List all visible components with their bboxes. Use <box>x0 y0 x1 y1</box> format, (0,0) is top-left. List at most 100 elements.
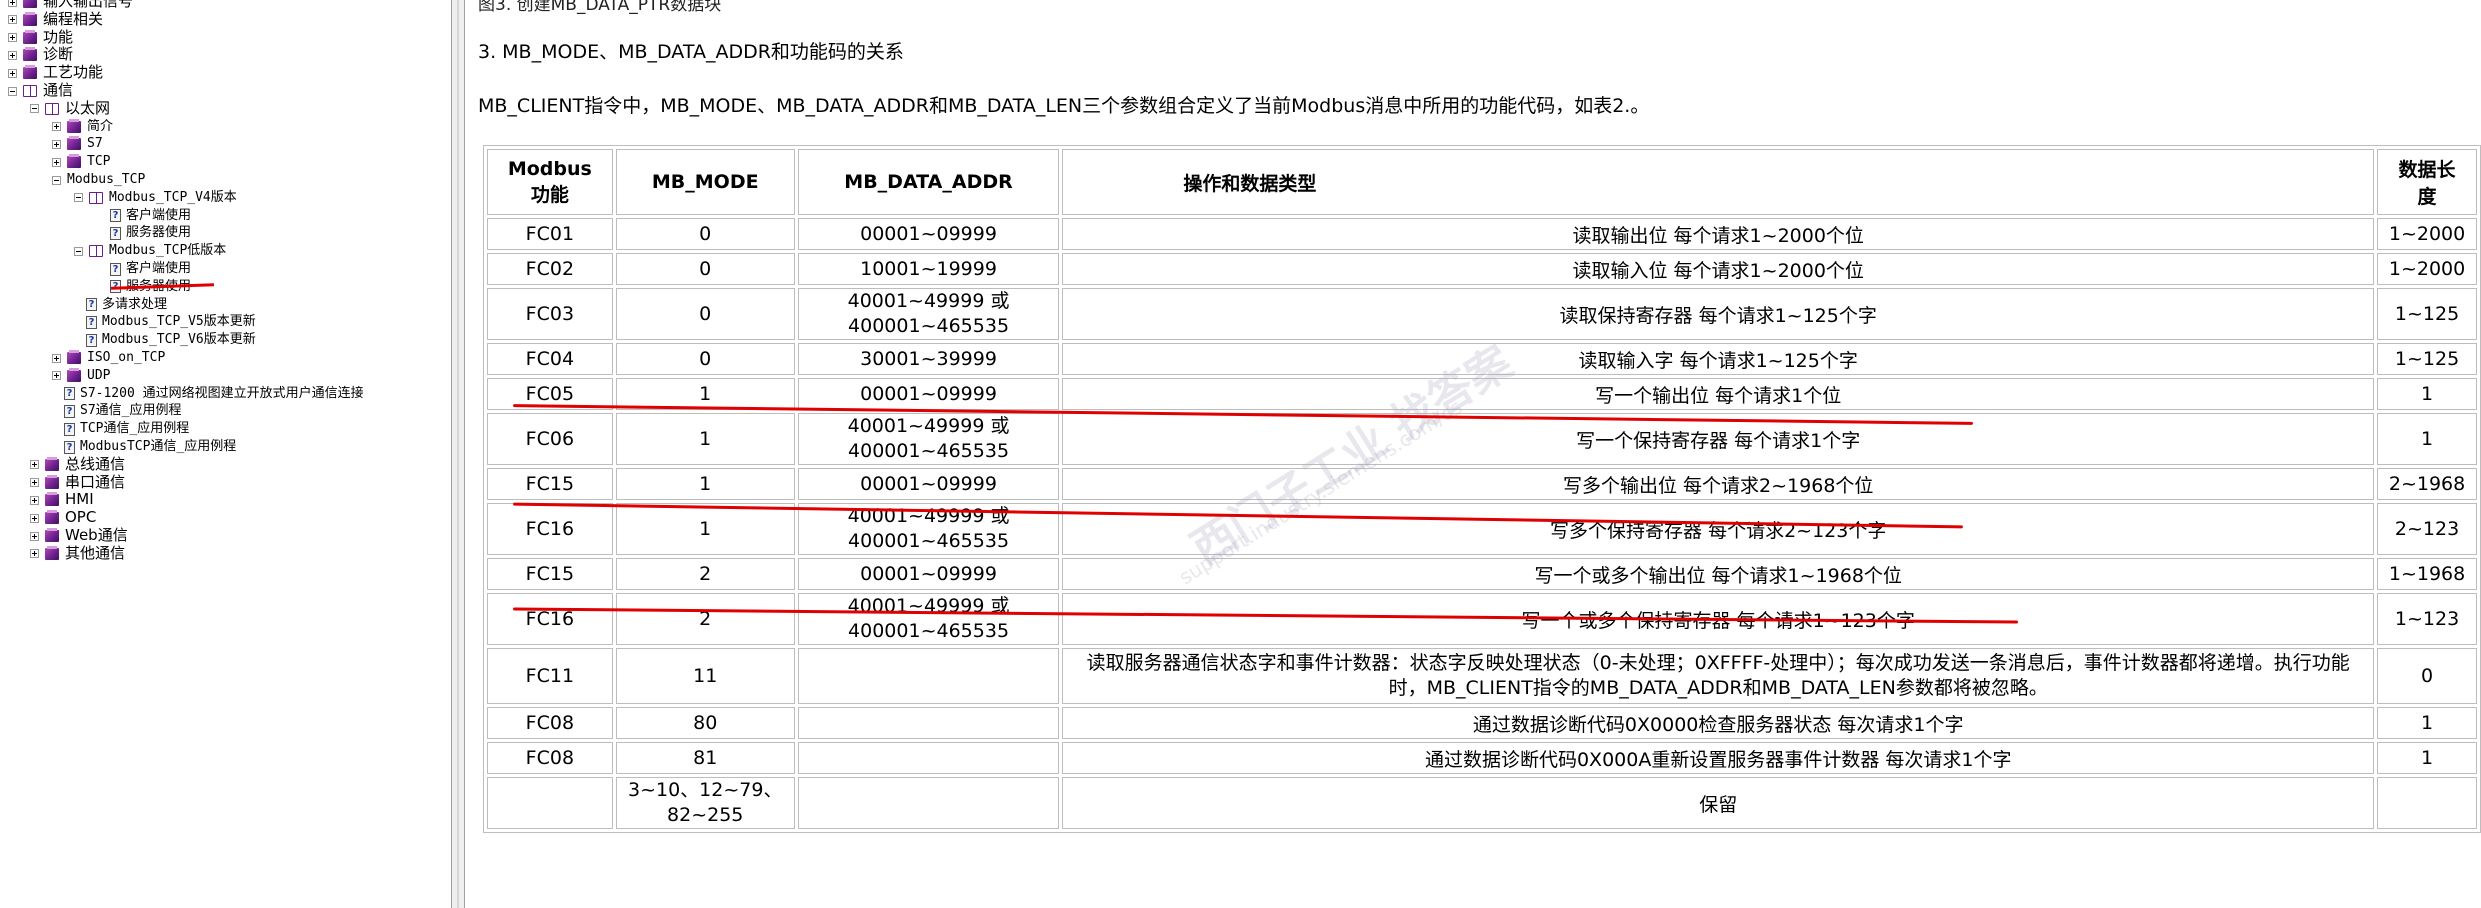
tree-item-label: 客户端使用 <box>126 261 192 277</box>
table-cell: 1 <box>615 468 795 500</box>
expand-icon[interactable] <box>30 478 39 488</box>
tree-item[interactable]: 通信 <box>8 81 73 100</box>
table-row: FC15 2 00001~09999 写一个或多个输出位 每个请求1~1968个位 1~… <box>487 558 2477 590</box>
tree-item[interactable]: 以太网 <box>30 99 110 118</box>
collapse-icon[interactable] <box>52 175 61 185</box>
expand-icon[interactable] <box>30 495 39 505</box>
tree-item[interactable]: 总线通信 <box>30 455 125 474</box>
tree-item[interactable]: ? Modbus_TCP_V6版本更新 <box>86 331 256 349</box>
book-icon <box>23 29 37 44</box>
tree-item[interactable]: TCP <box>52 153 110 171</box>
book-icon <box>23 47 37 62</box>
table-cell: 通过数据诊断代码0X0000检查服务器状态 每次请求1个字 <box>1062 707 2375 739</box>
table-cell: 写一个输出位 每个请求1个位 <box>1062 378 2375 410</box>
expand-icon[interactable] <box>8 0 17 7</box>
tree-item[interactable]: ? 多请求处理 <box>86 296 167 314</box>
tree-item[interactable]: UDP <box>52 367 110 385</box>
tree-item[interactable]: 诊断 <box>8 46 73 64</box>
table-cell: FC02 <box>487 253 613 285</box>
table-cell: 0 <box>615 218 795 250</box>
expand-icon[interactable] <box>52 157 61 167</box>
book-icon <box>45 456 59 471</box>
book-icon <box>67 154 81 169</box>
expand-icon[interactable] <box>52 122 61 132</box>
tree-item[interactable]: Modbus_TCP <box>52 171 145 189</box>
tree-item[interactable]: 工艺功能 <box>8 63 103 82</box>
tree-item-label: 其他通信 <box>65 543 126 562</box>
expand-icon[interactable] <box>52 353 61 363</box>
tree-item[interactable]: 串口通信 <box>30 473 125 492</box>
tree-item[interactable]: ? 服务器使用 <box>110 224 191 242</box>
tree-item-label: 编程相关 <box>43 9 104 28</box>
tree-item[interactable]: ? 客户端使用 <box>110 260 191 278</box>
tree-item[interactable]: Modbus_TCP低版本 <box>74 242 226 260</box>
expand-icon[interactable] <box>8 68 17 78</box>
table-header-row: Modbus 功能 MB_MODE MB_DATA_ADDR 操作和数据类型 数据长度 <box>487 149 2477 215</box>
table-cell <box>487 777 613 829</box>
tree-item[interactable]: ? ModbusTCP通信_应用例程 <box>64 438 236 456</box>
book-icon <box>67 118 81 133</box>
tree-item[interactable]: ? TCP通信_应用例程 <box>64 420 189 438</box>
expand-icon[interactable] <box>8 33 17 43</box>
collapse-icon[interactable] <box>8 86 17 96</box>
table-cell: 00001~09999 <box>797 558 1060 590</box>
table-cell: 0 <box>615 343 795 375</box>
tree-item[interactable]: S7 <box>52 135 103 153</box>
table-cell: 40001~49999 或 400001~465535 <box>797 288 1060 340</box>
help-page-icon: ? <box>86 298 97 312</box>
book-icon <box>23 0 37 8</box>
table-cell: FC08 <box>487 707 613 739</box>
collapse-icon[interactable] <box>74 193 83 203</box>
table-cell <box>797 742 1060 774</box>
intro-paragraph: MB_CLIENT指令中，MB_MODE、MB_DATA_ADDR和MB_DAT… <box>478 95 1650 117</box>
tree-item[interactable]: Modbus_TCP_V4版本 <box>74 189 237 207</box>
expand-icon[interactable] <box>30 460 39 470</box>
tree-item[interactable]: 其他通信 <box>30 543 126 563</box>
expand-icon[interactable] <box>30 549 39 559</box>
help-page-icon: ? <box>64 440 75 454</box>
tree-item-label: UDP <box>87 367 111 383</box>
expand-icon[interactable] <box>52 139 61 149</box>
tree-item[interactable]: ? 客户端使用 <box>110 207 191 225</box>
table-cell: FC15 <box>487 558 613 590</box>
header-text: MB_MODE <box>651 171 759 193</box>
expand-icon[interactable] <box>8 15 17 25</box>
tree-item[interactable]: ISO_on_TCP <box>52 349 165 367</box>
tree-item-label: 客户端使用 <box>126 207 192 223</box>
expand-icon[interactable] <box>30 513 39 523</box>
tree-item-label: Modbus_TCP <box>67 172 146 188</box>
expand-icon[interactable] <box>8 50 17 60</box>
book-icon <box>45 528 59 542</box>
expand-icon[interactable] <box>30 531 39 541</box>
table-cell: 30001~39999 <box>797 343 1060 375</box>
book-icon <box>45 545 59 560</box>
header-mb-data-addr: MB_DATA_ADDR <box>797 149 1060 215</box>
tree-item[interactable]: ? S7通信_应用例程 <box>64 402 181 420</box>
table-row: FC11 11 读取服务器通信状态字和事件计数器：状态字反映处理状态（0-未处理；0… <box>487 648 2477 704</box>
collapse-icon[interactable] <box>74 246 83 256</box>
table-cell: 1~125 <box>2377 288 2477 340</box>
section-title: 3. MB_MODE、MB_DATA_ADDR和功能码的关系 <box>478 41 904 63</box>
table-cell: 1 <box>615 413 795 465</box>
table-cell: 1~2000 <box>2377 253 2477 285</box>
tree-item[interactable]: OPC <box>30 508 96 527</box>
table-cell: 写一个或多个输出位 每个请求1~1968个位 <box>1062 558 2375 590</box>
table-cell: FC01 <box>487 218 613 250</box>
header-data-length: 数据长度 <box>2377 149 2477 215</box>
expand-icon[interactable] <box>52 371 61 381</box>
tree-item[interactable]: 简介 <box>52 118 113 136</box>
tree-item[interactable]: HMI <box>30 491 94 509</box>
table-cell: 写多个输出位 每个请求2~1968个位 <box>1062 468 2375 500</box>
table-cell: 通过数据诊断代码0X000A重新设置服务器事件计数器 每次请求1个字 <box>1062 742 2375 774</box>
tree-item[interactable]: ? S7-1200 通过网络视图建立开放式用户通信连接 <box>64 385 364 403</box>
collapse-icon[interactable] <box>30 104 39 114</box>
tree-item[interactable]: 功能 <box>8 28 73 47</box>
table-cell: 00001~09999 <box>797 468 1060 500</box>
table-row: FC16240001~49999 或 400001~465535写一个或多个保持… <box>487 593 2477 645</box>
tree-item[interactable]: 编程相关 <box>8 9 104 29</box>
tree-item-label: HMI <box>65 490 94 509</box>
table-cell: 2~123 <box>2377 503 2477 555</box>
panel-splitter[interactable] <box>451 0 465 908</box>
tree-item[interactable]: Web通信 <box>30 526 128 545</box>
tree-item[interactable]: ? Modbus_TCP_V5版本更新 <box>86 313 256 331</box>
